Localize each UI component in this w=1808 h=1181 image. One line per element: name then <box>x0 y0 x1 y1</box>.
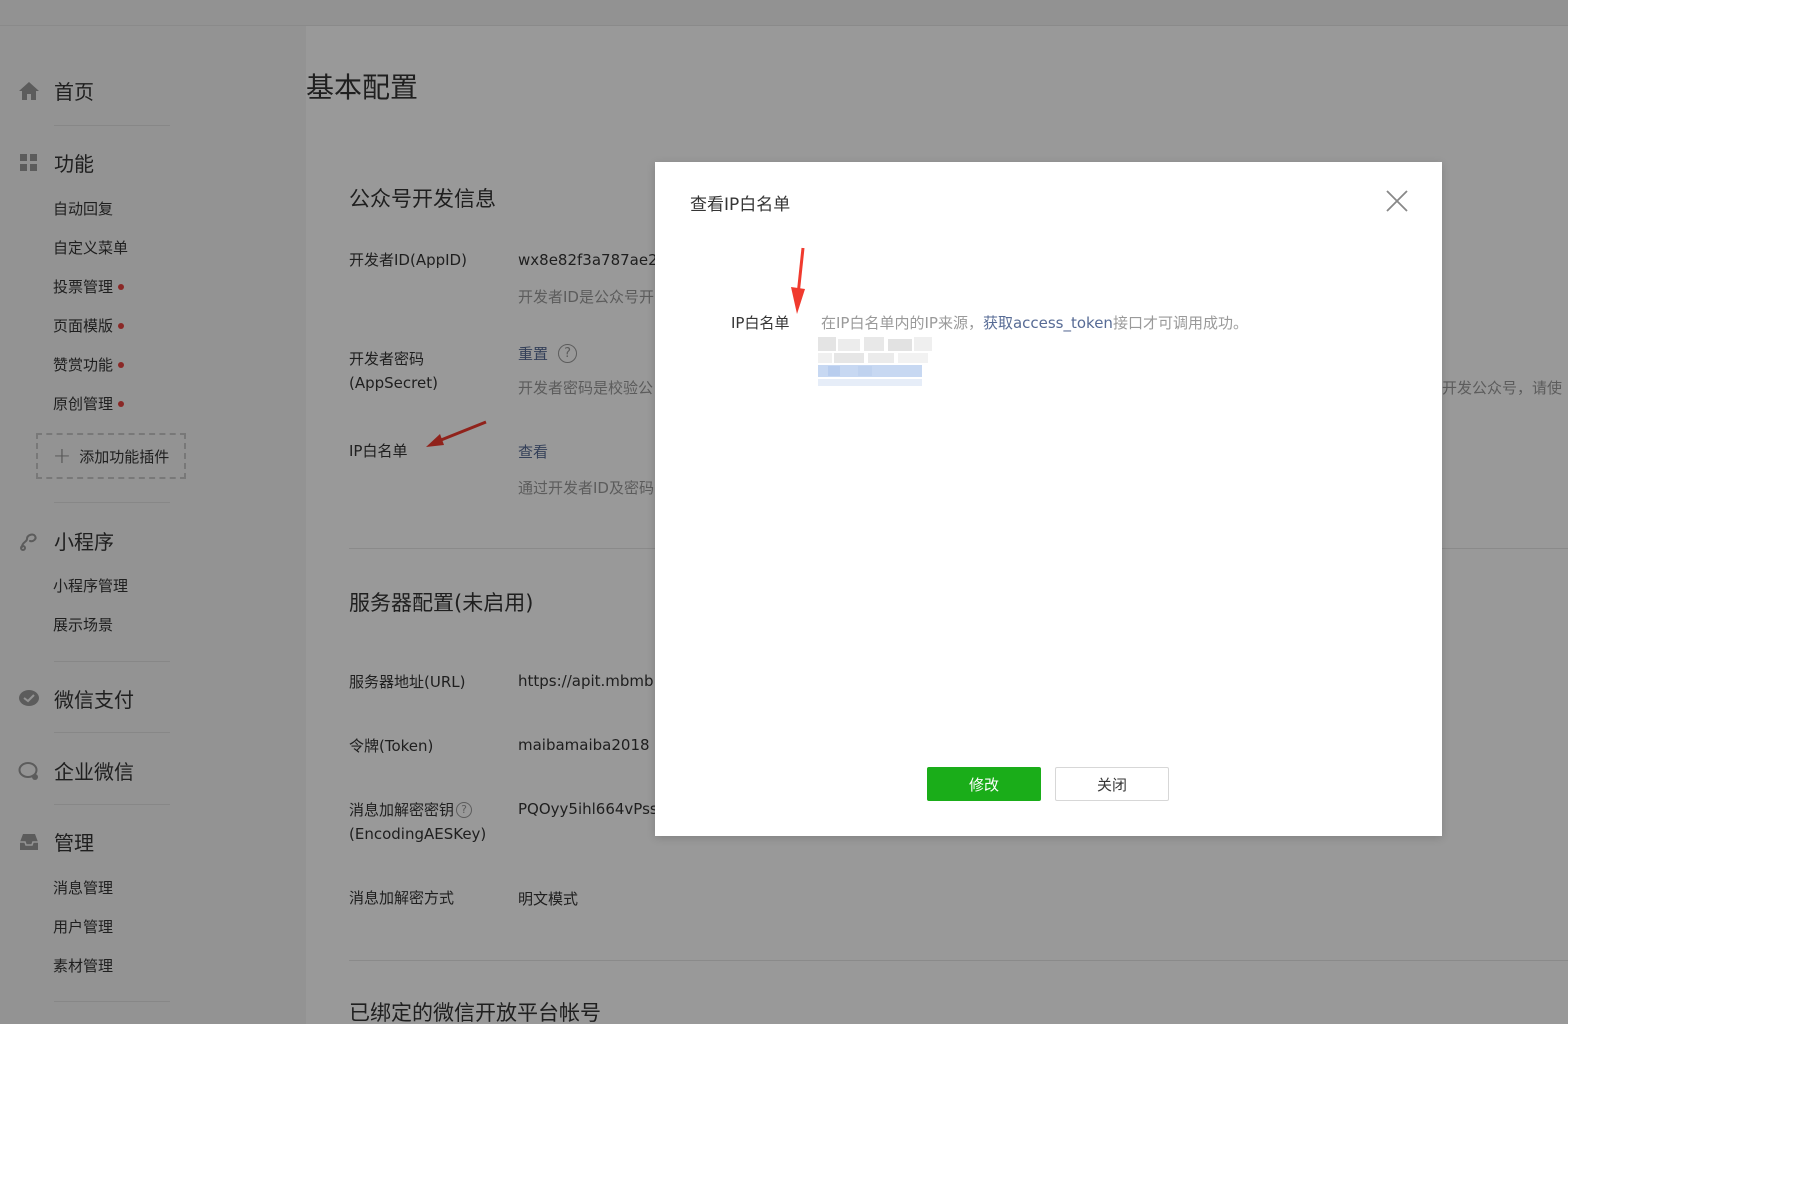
dialog-desc-suffix: 接口才可调用成功。 <box>1112 314 1248 332</box>
blurred-ip-list <box>818 335 940 387</box>
close-icon[interactable] <box>1385 189 1409 213</box>
annotation-arrow-icon <box>791 247 805 314</box>
dialog-title: 查看IP白名单 <box>690 195 791 215</box>
close-button[interactable]: 关闭 <box>1055 767 1169 801</box>
dialog-ip-desc: 在IP白名单内的IP来源，获取access_token接口才可调用成功。 <box>821 312 1248 333</box>
access-token-link[interactable]: 获取access_token <box>983 314 1113 332</box>
dialog-desc-prefix: 在IP白名单内的IP来源， <box>821 314 983 332</box>
edit-button[interactable]: 修改 <box>927 767 1041 801</box>
ip-whitelist-dialog: 查看IP白名单 IP白名单 在IP白名单内的IP来源，获取access_toke… <box>655 162 1442 836</box>
dialog-ip-label: IP白名单 <box>731 314 790 332</box>
